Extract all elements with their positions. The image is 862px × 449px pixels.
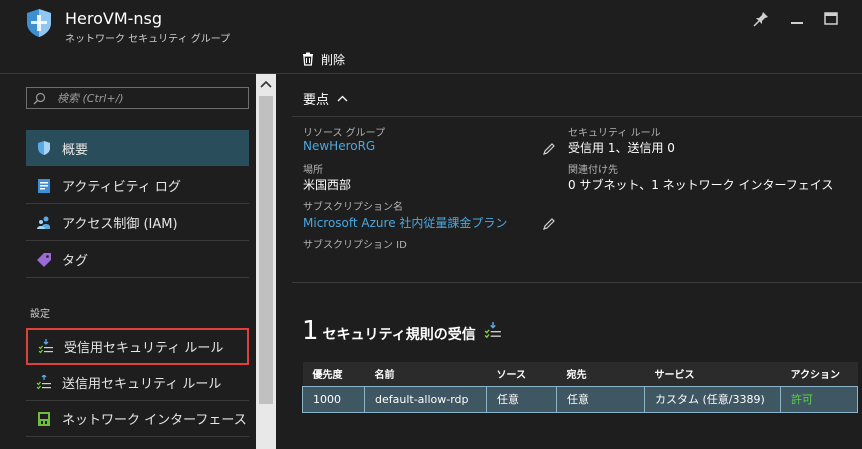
nav-item-network-interfaces[interactable]: ネットワーク インターフェース	[26, 401, 249, 437]
edit-resource-group-icon[interactable]	[542, 142, 556, 156]
search-icon	[33, 92, 46, 105]
inbound-rules-heading: 1 セキュリティ規則の受信	[302, 316, 502, 346]
nav-item-label: アクセス制御 (IAM)	[62, 217, 178, 232]
pin-icon[interactable]	[752, 10, 770, 28]
resource-group-label: リソース グループ	[303, 128, 386, 139]
nav-item-label: タグ	[62, 254, 89, 269]
associated-label: 関連付け先	[568, 165, 618, 176]
nav-item-inbound-rules[interactable]: 受信用セキュリティ ルール	[26, 328, 249, 365]
table-header-row: 優先度 名前 ソース 宛先 サービス アクション	[302, 362, 858, 386]
essentials-divider	[292, 116, 862, 117]
page-title: HeroVM-nsg	[65, 9, 163, 28]
location-value: 米国西部	[303, 178, 352, 192]
column-header-name[interactable]: 名前	[364, 362, 487, 386]
delete-button-label: 削除	[321, 52, 346, 67]
minimize-icon[interactable]	[788, 10, 806, 28]
column-header-destination[interactable]: 宛先	[556, 362, 645, 386]
inbound-rules-icon	[484, 322, 501, 339]
edit-subscription-icon[interactable]	[542, 217, 556, 231]
delete-button[interactable]: 削除	[301, 50, 345, 68]
outbound-rules-icon	[36, 374, 51, 389]
cell-name: default-allow-rdp	[364, 385, 487, 413]
nav-item-label: 概要	[62, 142, 89, 158]
security-rules-value: 受信用 1、送信用 0	[568, 141, 675, 155]
subscription-name-label: サブスクリプション名	[303, 202, 403, 213]
nav-item-outbound-rules[interactable]: 送信用セキュリティ ルール	[26, 365, 249, 401]
chevron-up-icon	[260, 80, 272, 88]
essentials-toggle[interactable]: 要点	[303, 89, 348, 108]
people-icon	[37, 216, 50, 229]
subscription-name-link[interactable]: Microsoft Azure 社内従量課金プラン	[303, 214, 507, 231]
section-heading-settings: 設定	[30, 309, 50, 320]
nic-icon	[38, 411, 50, 426]
nav-item-label: 送信用セキュリティ ルール	[62, 377, 222, 392]
search-box[interactable]	[26, 87, 249, 109]
trash-icon	[303, 52, 313, 66]
resource-group-link[interactable]: NewHeroRG	[303, 139, 375, 153]
inbound-rules-icon	[38, 338, 53, 353]
inbound-rules-table: 優先度 名前 ソース 宛先 サービス アクション 1000 default-al…	[302, 362, 858, 413]
associated-value: 0 サブネット、1 ネットワーク インターフェイス	[568, 178, 834, 192]
inbound-rule-count: 1	[302, 316, 319, 346]
main-panel: 要点 リソース グループ NewHeroRG 場所 米国西部 サブスクリプション…	[276, 74, 862, 449]
column-header-source[interactable]: ソース	[486, 362, 557, 386]
cell-destination: 任意	[556, 385, 645, 413]
blade-header: HeroVM-nsg ネットワーク セキュリティ グループ 削除	[0, 0, 862, 74]
location-label: 場所	[303, 165, 323, 176]
scroll-up-button[interactable]	[256, 74, 276, 94]
maximize-icon[interactable]	[822, 10, 840, 28]
column-header-priority[interactable]: 優先度	[302, 362, 365, 386]
nav-item-activity-log[interactable]: アクティビティ ログ	[26, 168, 249, 204]
nav-item-label: アクティビティ ログ	[62, 180, 181, 195]
search-input[interactable]	[57, 89, 245, 107]
nav-item-overview[interactable]: 概要	[26, 130, 249, 166]
security-rules-label: セキュリティ ルール	[568, 128, 661, 139]
shield-icon	[27, 9, 51, 37]
table-row[interactable]: 1000 default-allow-rdp 任意 任意 カスタム (任意/33…	[302, 385, 858, 413]
cell-action: 許可	[780, 385, 858, 413]
scroll-thumb[interactable]	[259, 96, 273, 404]
cell-source: 任意	[486, 385, 557, 413]
inbound-rules-title: セキュリティ規則の受信	[322, 327, 476, 343]
essentials-title: 要点	[303, 93, 330, 108]
page-subtitle: ネットワーク セキュリティ グループ	[65, 34, 231, 45]
nav-scrollbar[interactable]	[256, 74, 276, 449]
cell-priority: 1000	[302, 385, 365, 413]
section-divider	[292, 282, 862, 283]
nav-item-label: 受信用セキュリティ ルール	[64, 341, 224, 356]
column-header-action[interactable]: アクション	[780, 362, 858, 386]
shield-icon	[38, 141, 50, 155]
cell-service: カスタム (任意/3389)	[644, 385, 781, 413]
subscription-id-label: サブスクリプション ID	[303, 240, 407, 251]
tag-icon	[37, 252, 51, 267]
nav-item-tags[interactable]: タグ	[26, 242, 249, 278]
column-header-service[interactable]: サービス	[644, 362, 781, 386]
left-nav: 概要 アクティビティ ログ アクセス制御 (IAM) タグ 設定	[0, 74, 256, 449]
nav-item-access-control[interactable]: アクセス制御 (IAM)	[26, 205, 249, 241]
chevron-up-icon	[337, 95, 348, 102]
activity-log-icon	[38, 178, 50, 193]
nav-item-label: ネットワーク インターフェース	[62, 413, 247, 428]
